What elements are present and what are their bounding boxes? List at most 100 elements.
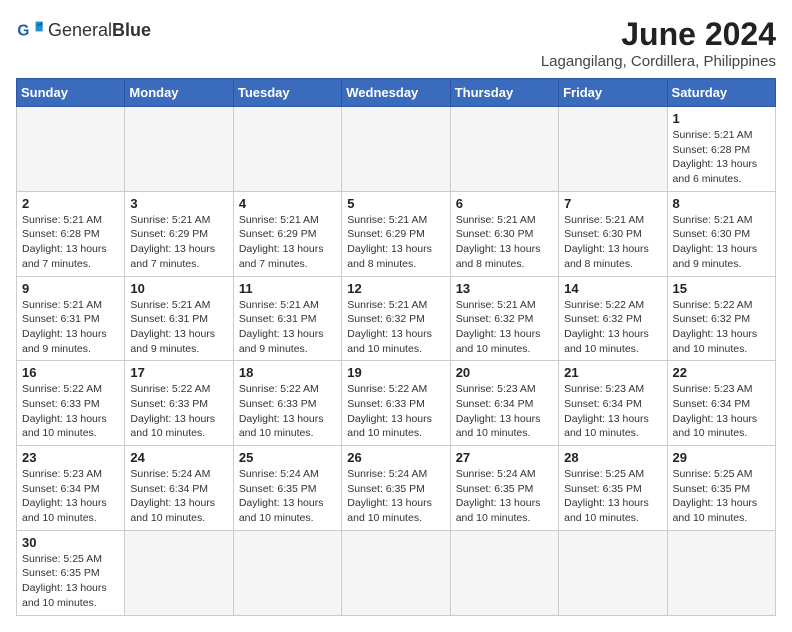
day-number: 11 <box>239 281 336 296</box>
day-number: 20 <box>456 365 553 380</box>
day-info: Sunrise: 5:25 AMSunset: 6:35 PMDaylight:… <box>564 467 661 526</box>
day-number: 27 <box>456 450 553 465</box>
day-info: Sunrise: 5:22 AMSunset: 6:33 PMDaylight:… <box>347 382 444 441</box>
calendar-cell <box>450 530 558 615</box>
day-number: 17 <box>130 365 227 380</box>
calendar-cell: 29Sunrise: 5:25 AMSunset: 6:35 PMDayligh… <box>667 446 775 531</box>
calendar-cell: 13Sunrise: 5:21 AMSunset: 6:32 PMDayligh… <box>450 276 558 361</box>
day-number: 7 <box>564 196 661 211</box>
day-info: Sunrise: 5:24 AMSunset: 6:34 PMDaylight:… <box>130 467 227 526</box>
generalblue-logo-icon: G <box>16 16 44 44</box>
calendar-cell <box>342 107 450 192</box>
day-info: Sunrise: 5:23 AMSunset: 6:34 PMDaylight:… <box>456 382 553 441</box>
day-number: 6 <box>456 196 553 211</box>
day-info: Sunrise: 5:21 AMSunset: 6:28 PMDaylight:… <box>22 213 119 272</box>
day-number: 5 <box>347 196 444 211</box>
day-info: Sunrise: 5:21 AMSunset: 6:30 PMDaylight:… <box>456 213 553 272</box>
calendar-cell: 18 Sunrise: 5:22 AMSunset: 6:33 PMDayligh… <box>233 361 341 446</box>
day-number: 8 <box>673 196 770 211</box>
calendar-cell <box>17 107 125 192</box>
calendar-week-4: 16 Sunrise: 5:22 AMSunset: 6:33 PMDayligh… <box>17 361 776 446</box>
day-number: 26 <box>347 450 444 465</box>
calendar-cell <box>233 530 341 615</box>
calendar-cell <box>233 107 341 192</box>
day-info: Sunrise: 5:21 AMSunset: 6:29 PMDaylight:… <box>130 213 227 272</box>
calendar-cell: 19Sunrise: 5:22 AMSunset: 6:33 PMDayligh… <box>342 361 450 446</box>
calendar-cell: 21Sunrise: 5:23 AMSunset: 6:34 PMDayligh… <box>559 361 667 446</box>
day-info: Sunrise: 5:22 AMSunset: 6:33 PMDaylight:… <box>22 382 119 441</box>
calendar-cell: 17Sunrise: 5:22 AMSunset: 6:33 PMDayligh… <box>125 361 233 446</box>
day-number: 9 <box>22 281 119 296</box>
calendar-cell <box>125 530 233 615</box>
calendar-cell: 7Sunrise: 5:21 AMSunset: 6:30 PMDaylight… <box>559 191 667 276</box>
weekday-header-monday: Monday <box>125 79 233 107</box>
day-number: 13 <box>456 281 553 296</box>
day-number: 23 <box>22 450 119 465</box>
day-info: Sunrise: 5:22 AMSunset: 6:32 PMDaylight:… <box>673 298 770 357</box>
day-info: Sunrise: 5:24 AMSunset: 6:35 PMDaylight:… <box>239 467 336 526</box>
calendar-cell <box>342 530 450 615</box>
calendar-table: SundayMondayTuesdayWednesdayThursdayFrid… <box>16 78 776 616</box>
day-number: 16 <box>22 365 119 380</box>
calendar-cell: 12Sunrise: 5:21 AMSunset: 6:32 PMDayligh… <box>342 276 450 361</box>
calendar-cell: 24Sunrise: 5:24 AMSunset: 6:34 PMDayligh… <box>125 446 233 531</box>
calendar-cell: 25 Sunrise: 5:24 AMSunset: 6:35 PMDayligh… <box>233 446 341 531</box>
day-number: 4 <box>239 196 336 211</box>
calendar-cell: 22 Sunrise: 5:23 AMSunset: 6:34 PMDayligh… <box>667 361 775 446</box>
weekday-header-sunday: Sunday <box>17 79 125 107</box>
header: G GeneralBlue June 2024 Lagangilang, Cor… <box>16 16 776 70</box>
logo-text: GeneralBlue <box>48 20 151 41</box>
day-info: Sunrise: 5:24 AMSunset: 6:35 PMDaylight:… <box>456 467 553 526</box>
weekday-header-saturday: Saturday <box>667 79 775 107</box>
day-info: Sunrise: 5:25 AMSunset: 6:35 PMDaylight:… <box>22 552 119 611</box>
svg-text:G: G <box>17 23 29 40</box>
weekday-header-thursday: Thursday <box>450 79 558 107</box>
calendar-cell: 15 Sunrise: 5:22 AMSunset: 6:32 PMDayligh… <box>667 276 775 361</box>
day-info: Sunrise: 5:22 AMSunset: 6:33 PMDaylight:… <box>239 382 336 441</box>
day-number: 29 <box>673 450 770 465</box>
weekday-header-tuesday: Tuesday <box>233 79 341 107</box>
day-info: Sunrise: 5:23 AMSunset: 6:34 PMDaylight:… <box>673 382 770 441</box>
calendar-cell: 3 Sunrise: 5:21 AMSunset: 6:29 PMDaylight… <box>125 191 233 276</box>
day-number: 15 <box>673 281 770 296</box>
day-number: 18 <box>239 365 336 380</box>
calendar-week-6: 30Sunrise: 5:25 AMSunset: 6:35 PMDayligh… <box>17 530 776 615</box>
day-number: 2 <box>22 196 119 211</box>
calendar-cell <box>559 107 667 192</box>
day-number: 25 <box>239 450 336 465</box>
calendar-cell: 26 Sunrise: 5:24 AMSunset: 6:35 PMDayligh… <box>342 446 450 531</box>
calendar-cell: 14 Sunrise: 5:22 AMSunset: 6:32 PMDayligh… <box>559 276 667 361</box>
calendar-cell: 1Sunrise: 5:21 AMSunset: 6:28 PMDaylight… <box>667 107 775 192</box>
day-number: 3 <box>130 196 227 211</box>
day-number: 10 <box>130 281 227 296</box>
calendar-cell: 4Sunrise: 5:21 AMSunset: 6:29 PMDaylight… <box>233 191 341 276</box>
weekday-header-wednesday: Wednesday <box>342 79 450 107</box>
location-subtitle: Lagangilang, Cordillera, Philippines <box>541 53 776 70</box>
day-number: 14 <box>564 281 661 296</box>
day-info: Sunrise: 5:21 AMSunset: 6:29 PMDaylight:… <box>347 213 444 272</box>
calendar-cell: 10 Sunrise: 5:21 AMSunset: 6:31 PMDayligh… <box>125 276 233 361</box>
weekday-header-friday: Friday <box>559 79 667 107</box>
calendar-cell: 11 Sunrise: 5:21 AMSunset: 6:31 PMDayligh… <box>233 276 341 361</box>
day-number: 22 <box>673 365 770 380</box>
calendar-cell: 30Sunrise: 5:25 AMSunset: 6:35 PMDayligh… <box>17 530 125 615</box>
day-info: Sunrise: 5:21 AMSunset: 6:32 PMDaylight:… <box>347 298 444 357</box>
calendar-cell: 27 Sunrise: 5:24 AMSunset: 6:35 PMDayligh… <box>450 446 558 531</box>
month-year-title: June 2024 <box>541 16 776 53</box>
calendar-week-1: 1Sunrise: 5:21 AMSunset: 6:28 PMDaylight… <box>17 107 776 192</box>
day-info: Sunrise: 5:22 AMSunset: 6:32 PMDaylight:… <box>564 298 661 357</box>
day-info: Sunrise: 5:21 AMSunset: 6:30 PMDaylight:… <box>673 213 770 272</box>
day-info: Sunrise: 5:21 AMSunset: 6:31 PMDaylight:… <box>130 298 227 357</box>
day-info: Sunrise: 5:21 AMSunset: 6:31 PMDaylight:… <box>239 298 336 357</box>
calendar-week-2: 2 Sunrise: 5:21 AMSunset: 6:28 PMDaylight… <box>17 191 776 276</box>
day-info: Sunrise: 5:24 AMSunset: 6:35 PMDaylight:… <box>347 467 444 526</box>
calendar-cell: 5 Sunrise: 5:21 AMSunset: 6:29 PMDaylight… <box>342 191 450 276</box>
calendar-week-3: 9 Sunrise: 5:21 AMSunset: 6:31 PMDaylight… <box>17 276 776 361</box>
calendar-cell: 6 Sunrise: 5:21 AMSunset: 6:30 PMDaylight… <box>450 191 558 276</box>
calendar-cell: 23Sunrise: 5:23 AMSunset: 6:34 PMDayligh… <box>17 446 125 531</box>
day-info: Sunrise: 5:23 AMSunset: 6:34 PMDaylight:… <box>564 382 661 441</box>
day-info: Sunrise: 5:21 AMSunset: 6:28 PMDaylight:… <box>673 128 770 187</box>
calendar-cell <box>559 530 667 615</box>
calendar-cell <box>667 530 775 615</box>
calendar-cell <box>450 107 558 192</box>
